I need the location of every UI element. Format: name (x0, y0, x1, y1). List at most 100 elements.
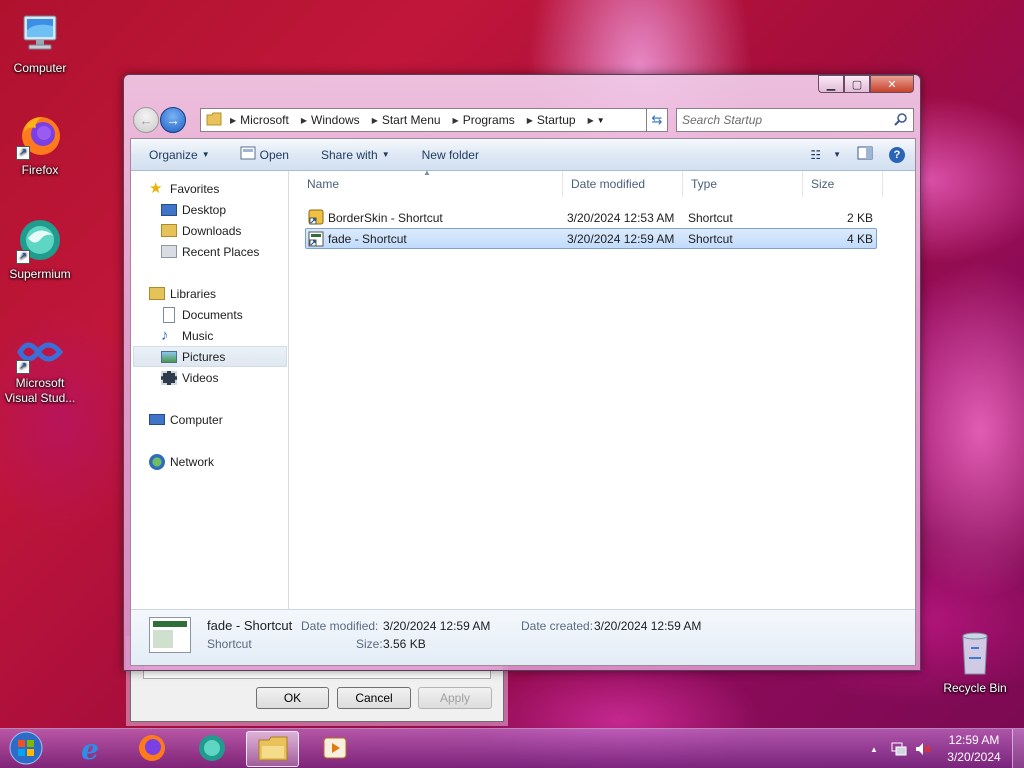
start-button[interactable] (4, 731, 48, 767)
preview-pane-button[interactable] (847, 143, 883, 167)
view-options-button[interactable]: ☷ ▼ (804, 143, 847, 167)
caption-buttons: ▁ ▢ ✕ (818, 75, 914, 93)
details-size-label: Size: (356, 637, 383, 651)
nav-network[interactable]: Network (149, 451, 214, 472)
file-size: 4 KB (846, 231, 873, 246)
refresh-button[interactable]: ⇆ (646, 108, 668, 132)
breadcrumb-arrow-icon[interactable]: ▶ (226, 116, 236, 125)
cancel-button[interactable]: Cancel (337, 687, 411, 709)
column-header-name[interactable]: Name ▲ (299, 168, 563, 197)
maximize-button[interactable]: ▢ (844, 75, 870, 93)
search-input[interactable] (682, 113, 894, 127)
address-bar[interactable]: ▶ Microsoft ▶ Windows ▶ Start Menu ▶ Pro… (200, 108, 668, 132)
nav-favorites[interactable]: ★ Favorites (149, 178, 219, 199)
taskbar-media-player[interactable] (310, 731, 360, 767)
nav-videos[interactable]: Videos (161, 367, 218, 388)
taskbar-internet-explorer[interactable]: e (66, 731, 114, 767)
nav-label: Favorites (170, 181, 220, 196)
nav-libraries[interactable]: Libraries (149, 283, 216, 304)
firefox-icon: ↗ (16, 112, 64, 160)
file-row-fade-shortcut[interactable]: fade - Shortcut 3/20/2024 12:59 AM Short… (305, 228, 877, 249)
chevron-up-icon: ▲ (870, 744, 878, 754)
taskbar-windows-explorer[interactable] (246, 731, 299, 767)
forward-arrow-icon: → (166, 112, 180, 128)
nav-desktop[interactable]: Desktop (161, 199, 226, 220)
taskbar-firefox[interactable] (128, 731, 176, 767)
open-label: Open (259, 147, 289, 162)
close-button[interactable]: ✕ (870, 75, 914, 93)
internet-explorer-icon: e (81, 732, 99, 766)
explorer-window: ▁ ▢ ✕ ← → ▶ Microsoft ▶ Windows ▶ Start … (123, 74, 921, 671)
taskbar: e ▲ 12:59 AM 3/20/2024 (0, 728, 1024, 768)
nav-downloads[interactable]: Downloads (161, 220, 241, 241)
search-icon[interactable] (894, 112, 908, 129)
organize-button[interactable]: Organize ▼ (131, 143, 222, 167)
shortcut-file-icon (308, 209, 324, 228)
organize-label: Organize (149, 147, 198, 162)
file-row-bordersking-shortcut[interactable]: BorderSkin - Shortcut 3/20/2024 12:53 AM… (305, 207, 877, 228)
nav-pictures[interactable]: Pictures (133, 346, 287, 367)
nav-label: Documents (182, 307, 243, 322)
open-button[interactable]: Open (228, 143, 301, 167)
file-type: Shortcut (688, 210, 733, 225)
file-size: 2 KB (846, 210, 873, 225)
system-clock[interactable]: 12:59 AM 3/20/2024 (936, 732, 1012, 766)
column-header-type[interactable]: Type (683, 171, 803, 197)
volume-muted-icon[interactable] (914, 729, 932, 768)
breadcrumb-startup[interactable]: Startup (533, 109, 584, 131)
nav-label: Computer (170, 412, 223, 427)
column-header-date-modified[interactable]: Date modified (563, 171, 683, 197)
network-tray-icon[interactable] (890, 729, 908, 768)
file-type: Shortcut (688, 231, 733, 246)
minimize-button[interactable]: ▁ (818, 75, 844, 93)
column-label: Type (691, 177, 718, 191)
apply-button[interactable]: Apply (418, 687, 492, 709)
maximize-icon: ▢ (851, 78, 863, 91)
breadcrumb-arrow-icon[interactable]: ▶ (368, 116, 378, 125)
help-button[interactable]: ? (883, 143, 915, 167)
back-button[interactable]: ← (133, 107, 159, 133)
details-pane: fade - Shortcut Shortcut Date modified: … (131, 609, 915, 665)
ok-button[interactable]: OK (256, 687, 329, 709)
recycle-bin-icon (951, 630, 999, 678)
show-desktop-button[interactable] (1012, 729, 1024, 768)
desktop-icon-label: Supermium (9, 267, 71, 281)
taskbar-supermium[interactable] (188, 731, 236, 767)
chevron-down-icon: ▼ (833, 150, 841, 159)
breadcrumb-arrow-icon[interactable]: ▶ (449, 116, 459, 125)
address-dropdown-icon[interactable]: ▼ (594, 116, 605, 125)
desktop-icon-recycle-bin[interactable]: Recycle Bin (935, 630, 1015, 696)
breadcrumb-arrow-icon[interactable]: ▶ (523, 116, 533, 125)
windows-start-icon (9, 731, 43, 768)
new-folder-button[interactable]: New folder (410, 143, 491, 167)
details-file-type: Shortcut (207, 637, 252, 651)
column-label: Size (811, 177, 835, 191)
column-header-size[interactable]: Size (803, 171, 883, 197)
nav-documents[interactable]: Documents (161, 304, 243, 325)
nav-recent-places[interactable]: Recent Places (161, 241, 259, 262)
desktop-icon-computer[interactable]: Computer (0, 10, 80, 76)
breadcrumb-microsoft[interactable]: Microsoft (236, 109, 297, 131)
star-icon: ★ (149, 179, 163, 197)
downloads-folder-icon (161, 224, 177, 237)
nav-computer[interactable]: Computer (149, 409, 223, 430)
breadcrumb-windows[interactable]: Windows (307, 109, 368, 131)
nav-music[interactable]: ♪ Music (161, 325, 213, 346)
breadcrumb-programs[interactable]: Programs (459, 109, 523, 131)
breadcrumb-arrow-icon[interactable]: ▶ (297, 116, 307, 125)
refresh-icon: ⇆ (651, 112, 663, 127)
desktop-icon-supermium[interactable]: ↗ Supermium (0, 216, 80, 282)
clock-date: 3/20/2024 (947, 750, 1001, 764)
share-with-label: Share with (320, 147, 378, 162)
file-name: fade - Shortcut (328, 231, 407, 246)
computer-icon (149, 414, 165, 425)
show-hidden-icons-button[interactable]: ▲ (870, 729, 878, 768)
breadcrumb-arrow-icon[interactable]: ▶ (584, 116, 594, 125)
music-icon: ♪ (161, 326, 169, 344)
breadcrumb-start-menu[interactable]: Start Menu (378, 109, 449, 131)
forward-button[interactable]: → (160, 107, 186, 133)
folder-icon (257, 734, 289, 765)
share-with-button[interactable]: Share with ▼ (309, 143, 402, 167)
desktop-icon-firefox[interactable]: ↗ Firefox (0, 112, 80, 178)
desktop-icon-visual-studio[interactable]: ↗ Microsoft Visual Stud... (0, 334, 82, 406)
